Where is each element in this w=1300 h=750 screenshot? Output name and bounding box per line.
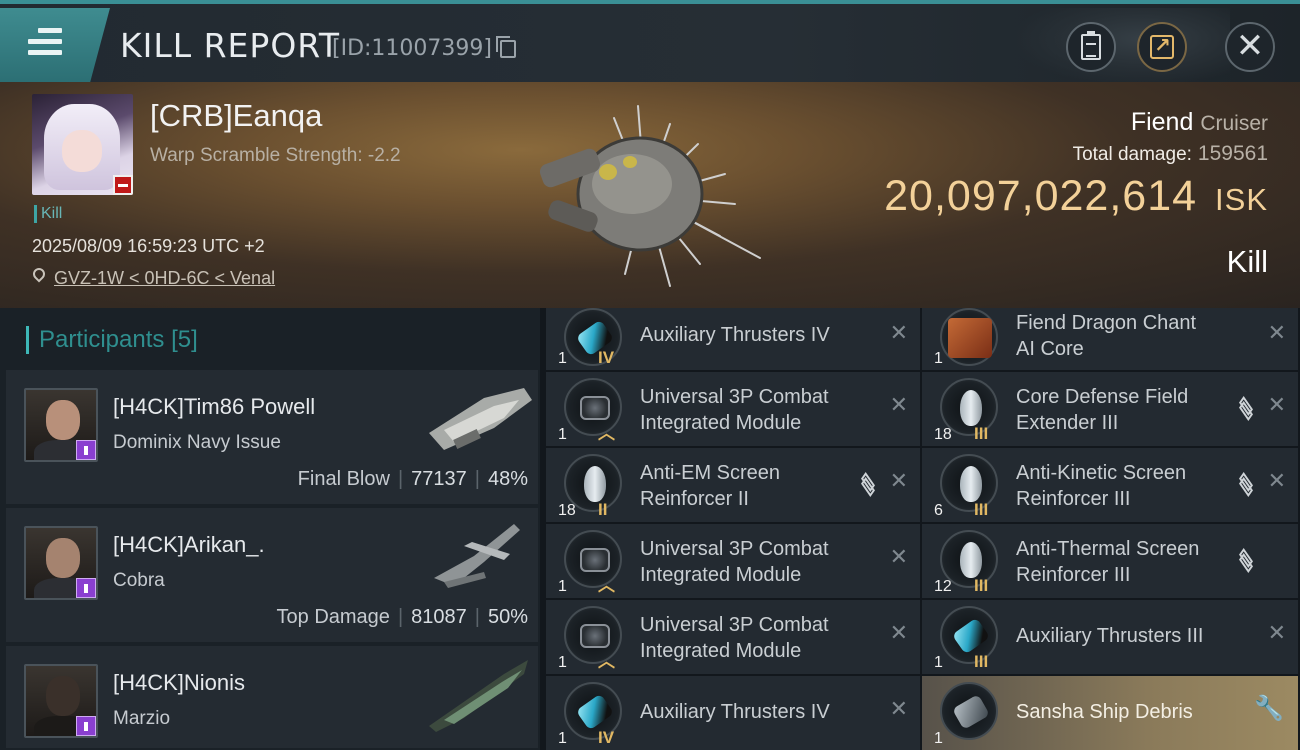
standing-badge-icon (113, 175, 133, 195)
victim-ship-image (539, 105, 761, 287)
top-bar: KILL REPORT [ID:11007399] ✕ (0, 0, 1300, 86)
x-icon[interactable]: ✕ (1268, 320, 1286, 346)
module-slot[interactable]: 12 III Anti-Thermal Screen Reinforcer III (922, 524, 1298, 598)
kill-datetime: 2025/08/09 16:59:23 UTC +2 (32, 236, 265, 256)
participant-ship: Cobra (113, 570, 165, 591)
clipboard-button[interactable] (1066, 22, 1116, 72)
menu-button[interactable] (0, 8, 110, 82)
victim-ship-name: Fiend Cruiser (1130, 108, 1268, 136)
wrench-icon[interactable]: 🔧 (1254, 694, 1284, 723)
module-name: Anti-Thermal Screen Reinforcer III (1016, 538, 1200, 586)
stack-icon[interactable] (1236, 472, 1258, 497)
participant-card[interactable]: [H4CK]Arikan_. Cobra Top Damage | 81087 | 50… (6, 508, 538, 644)
participant-ship-image (429, 660, 528, 732)
x-icon[interactable]: ✕ (1268, 392, 1286, 418)
victim-avatar[interactable] (32, 94, 133, 195)
module-slot[interactable]: 1 ︿ Universal 3P Combat Integrated Module… (546, 372, 920, 446)
module-slot[interactable]: 1 ︿ Universal 3P Combat Integrated Module… (546, 600, 920, 674)
module-name: Auxiliary Thrusters III (1016, 625, 1204, 647)
module-slot[interactable]: 6 III Anti-Kinetic Screen Reinforcer III … (922, 448, 1298, 522)
module-slot[interactable]: 1 Fiend Dragon Chant AI Core ✕ (922, 308, 1298, 370)
hamburger-icon (28, 28, 62, 56)
x-icon[interactable]: ✕ (890, 696, 908, 722)
module-name: Universal 3P Combat Integrated Module (640, 538, 829, 586)
participants-panel: Participants [5] [H4CK]Tim86 Powell Domi… (0, 308, 540, 750)
participant-card[interactable]: [H4CK]Tim86 Powell Dominix Navy Issue Fi… (6, 370, 538, 506)
stack-icon[interactable] (1236, 396, 1258, 421)
share-button[interactable] (1137, 22, 1187, 72)
x-icon[interactable]: ✕ (890, 320, 908, 346)
module-name: Core Defense Field Extender III (1016, 386, 1189, 434)
thruster-icon (940, 606, 998, 664)
warp-scramble-strength: Warp Scramble Strength: -2.2 (150, 145, 401, 166)
module-name: Auxiliary Thrusters IV (640, 324, 830, 346)
report-id: [ID:11007399] (332, 36, 492, 61)
stack-icon[interactable] (858, 472, 880, 497)
stack-icon[interactable] (1236, 548, 1258, 573)
isk-value: 20,097,022,614 ISK (884, 172, 1268, 220)
module-name: Anti-EM Screen Reinforcer II (640, 462, 781, 510)
x-icon[interactable]: ✕ (1268, 468, 1286, 494)
page-title: KILL REPORT (120, 26, 340, 65)
x-icon[interactable]: ✕ (890, 544, 908, 570)
ship-debris-icon (940, 682, 998, 740)
x-icon[interactable]: ✕ (1268, 620, 1286, 646)
module-slot[interactable]: 18 III Core Defense Field Extender III ✕ (922, 372, 1298, 446)
total-damage: Total damage: 159561 (1072, 142, 1268, 165)
background-decoration (1010, 8, 1230, 86)
participant-name: [H4CK]Nionis (113, 670, 246, 695)
meta-chevron-icon: ︿ (598, 424, 615, 443)
corp-badge-icon (76, 578, 96, 598)
module-slot[interactable]: 1 ︿ Universal 3P Combat Integrated Module… (546, 524, 920, 598)
participant-ship-image (429, 388, 532, 450)
victim-name[interactable]: [CRB]Eanqa (150, 98, 322, 134)
kill-result: Kill (1226, 244, 1268, 279)
participant-stats: Final Blow | 77137 | 48% (297, 468, 528, 490)
share-icon (1150, 33, 1174, 59)
copy-icon[interactable] (496, 36, 516, 58)
module-slot[interactable]: 1 IV Auxiliary Thrusters IV ✕ (546, 308, 920, 370)
close-button[interactable]: ✕ (1225, 22, 1275, 72)
participant-name: [H4CK]Arikan_. (113, 532, 265, 557)
corp-badge-icon (76, 440, 96, 460)
participants-header: Participants [5] (26, 326, 198, 354)
x-icon[interactable]: ✕ (890, 468, 908, 494)
module-name: Universal 3P Combat Integrated Module (640, 614, 829, 662)
participant-portrait (24, 526, 98, 600)
meta-chevron-icon: ︿ (598, 652, 615, 671)
kill-tag: Kill (34, 205, 62, 223)
kill-location-link[interactable]: GVZ-1W < 0HD-6C < Venal (54, 268, 275, 289)
corp-badge-icon (76, 716, 96, 736)
meta-chevron-icon: ︿ (598, 576, 615, 595)
ai-core-icon (940, 308, 998, 366)
close-icon: ✕ (1235, 26, 1265, 65)
module-slot[interactable]: 18 II Anti-EM Screen Reinforcer II ✕ (546, 448, 920, 522)
module-name: Fiend Dragon Chant AI Core (1016, 312, 1197, 360)
participant-ship: Dominix Navy Issue (113, 432, 281, 453)
shield-module-icon (940, 454, 998, 512)
clipboard-icon (1081, 31, 1101, 60)
participant-ship: Marzio (113, 708, 171, 729)
x-icon[interactable]: ✕ (890, 620, 908, 646)
participant-portrait (24, 388, 98, 462)
module-slot[interactable]: 1 IV Auxiliary Thrusters IV ✕ (546, 676, 920, 750)
participant-portrait (24, 664, 98, 738)
module-slot[interactable]: 1 III Auxiliary Thrusters III ✕ (922, 600, 1298, 674)
module-name: Auxiliary Thrusters IV (640, 701, 830, 723)
module-name: Universal 3P Combat Integrated Module (640, 386, 829, 434)
participant-stats: Top Damage | 81087 | 50% (276, 606, 528, 628)
participant-ship-image (434, 524, 520, 588)
participant-name: [H4CK]Tim86 Powell (113, 394, 316, 419)
module-name: Anti-Kinetic Screen Reinforcer III (1016, 462, 1187, 510)
module-slot[interactable]: 1 Sansha Ship Debris 🔧 (922, 676, 1298, 750)
x-icon[interactable]: ✕ (890, 392, 908, 418)
participant-card[interactable]: [H4CK]Nionis Marzio (6, 646, 538, 750)
module-name: Sansha Ship Debris (1016, 701, 1193, 723)
